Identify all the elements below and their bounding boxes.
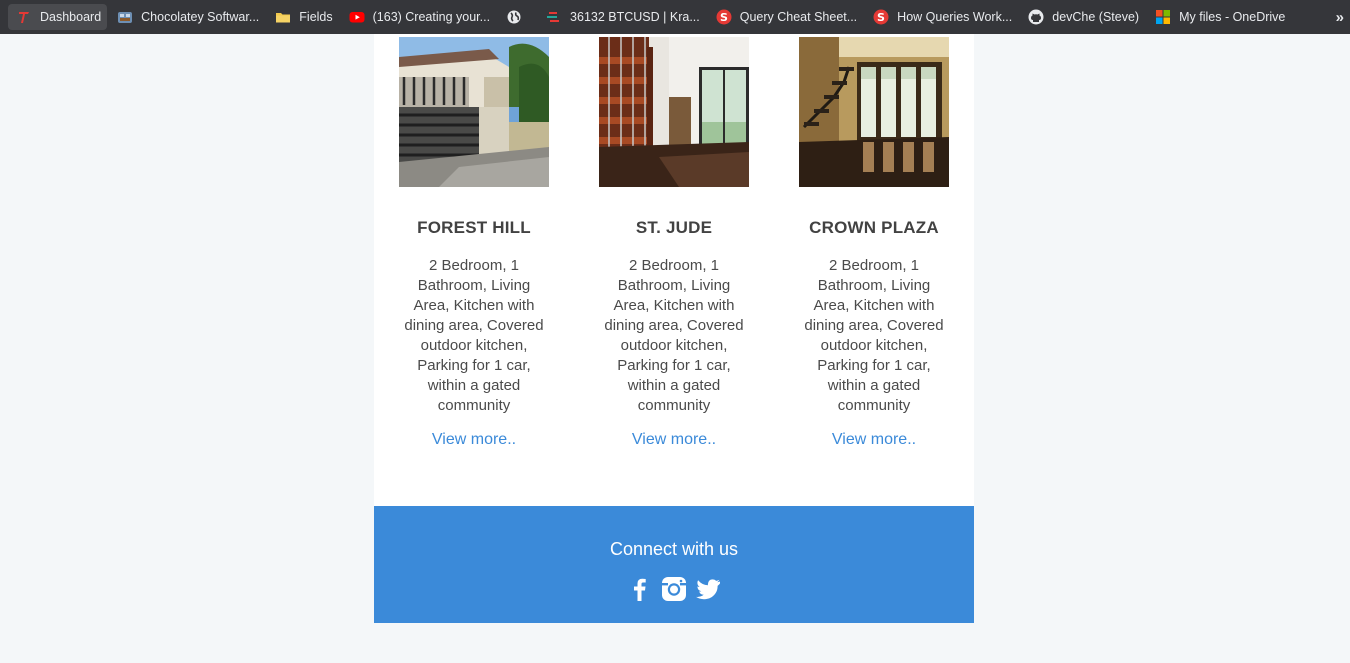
listings-card: FOREST HILL 2 Bedroom, 1 Bathroom, Livin…: [374, 34, 974, 506]
listing-title: FOREST HILL: [417, 218, 531, 237]
bookmark-chocolatey[interactable]: Chocolatey Softwar...: [109, 4, 265, 30]
listing-title: CROWN PLAZA: [809, 218, 939, 237]
bookmark-label: Dashboard: [40, 10, 102, 24]
bookmark-btcusd[interactable]: 36132 BTCUSD | Kra...: [538, 4, 706, 30]
bookmark-label: 36132 BTCUSD | Kra...: [570, 10, 700, 24]
bookmark-label: Query Cheat Sheet...: [739, 10, 858, 24]
instagram-icon[interactable]: [661, 576, 687, 602]
listing-photo[interactable]: [599, 37, 749, 187]
chocolatey-icon: [117, 9, 133, 25]
twitter-icon[interactable]: [695, 576, 721, 602]
microsoft-icon: [1155, 9, 1171, 25]
bookmark-query-cheat-sheet[interactable]: S Query Cheat Sheet...: [708, 4, 863, 30]
bookmark-dashboard[interactable]: Dashboard: [8, 4, 108, 30]
s-circle-icon: S: [873, 9, 889, 25]
view-more-link[interactable]: View more..: [374, 431, 574, 449]
bookmark-label: devChe (Steve): [1052, 10, 1140, 24]
bookmark-fields[interactable]: Fields: [267, 4, 338, 30]
more-bookmarks-chevron-icon[interactable]: »: [1336, 0, 1344, 34]
listing-photo[interactable]: [399, 37, 549, 187]
folder-icon: [275, 9, 291, 25]
bookmark-how-queries-work[interactable]: S How Queries Work...: [865, 4, 1018, 30]
t-logo-icon: [16, 9, 32, 25]
s-circle-icon: S: [716, 9, 732, 25]
bookmark-label: How Queries Work...: [897, 10, 1013, 24]
bookmark-onedrive[interactable]: My files - OneDrive: [1147, 4, 1291, 30]
svg-text:S: S: [720, 11, 728, 24]
footer-title: Connect with us: [609, 539, 739, 559]
footer: Connect with us: [374, 506, 974, 623]
svg-text:S: S: [877, 11, 885, 24]
github-icon: [1028, 9, 1044, 25]
view-more-link[interactable]: View more..: [774, 431, 974, 449]
social-links: [374, 576, 974, 602]
listing-description: 2 Bedroom, 1 Bathroom, Living Area, Kitc…: [804, 257, 944, 414]
view-more-link[interactable]: View more..: [574, 431, 774, 449]
facebook-icon[interactable]: [627, 576, 653, 602]
bookmark-label: Fields: [299, 10, 333, 24]
bookmarks-bar: Dashboard Chocolatey Softwar... Fields (…: [0, 0, 1350, 34]
listing-description: 2 Bedroom, 1 Bathroom, Living Area, Kitc…: [404, 257, 544, 414]
listing-photo[interactable]: [799, 37, 949, 187]
globe-icon: [506, 9, 522, 25]
bookmark-label: (163) Creating your...: [372, 10, 491, 24]
listing-title: ST. JUDE: [635, 218, 713, 237]
bookmark-youtube[interactable]: (163) Creating your...: [341, 4, 496, 30]
kraken-chart-icon: [546, 9, 562, 25]
youtube-icon: [349, 9, 365, 25]
bookmark-github[interactable]: devChe (Steve): [1020, 4, 1145, 30]
bookmark-globe[interactable]: [498, 4, 536, 30]
listing-description: 2 Bedroom, 1 Bathroom, Living Area, Kitc…: [604, 257, 744, 414]
bookmark-label: My files - OneDrive: [1179, 10, 1286, 24]
bookmark-label: Chocolatey Softwar...: [141, 10, 260, 24]
